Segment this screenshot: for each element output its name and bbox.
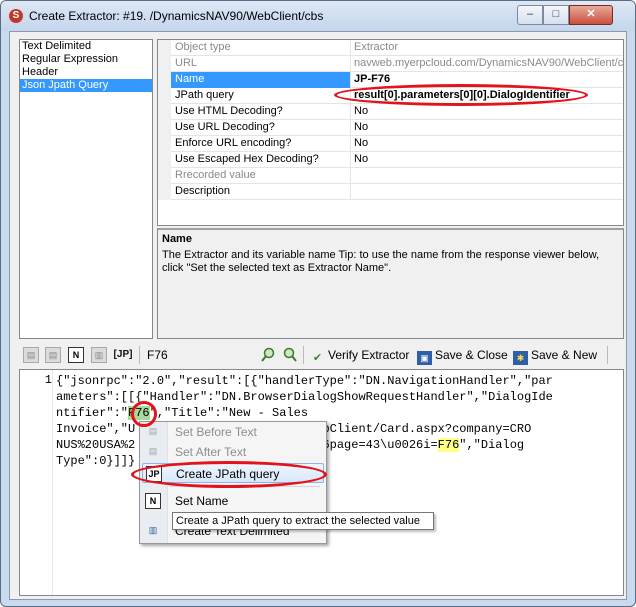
- app-icon: S: [9, 9, 23, 23]
- type-item-header[interactable]: Header: [20, 66, 152, 79]
- jpath-icon: JP: [146, 466, 162, 482]
- find-previous-icon[interactable]: [260, 347, 276, 363]
- save-disk-icon: ▣: [417, 351, 432, 365]
- line-number-gutter: 1: [20, 370, 53, 595]
- property-name: JPath query: [171, 88, 351, 104]
- property-row-name[interactable]: Name JP-F76: [158, 72, 623, 88]
- type-item-regular-expression[interactable]: Regular Expression: [20, 53, 152, 66]
- extractor-toolbar: ▤ ▤ N ▥ [JP] F76 ✔ Verify Extractor ▣ Save…: [19, 344, 624, 366]
- property-name: Enforce URL encoding?: [171, 136, 351, 152]
- property-row-jpath-query[interactable]: JPath query result[0].parameters[0][0].D…: [158, 88, 623, 104]
- property-help-pane: Name The Extractor and its variable name…: [157, 228, 624, 339]
- set-after-icon: ▤: [148, 446, 158, 456]
- property-row-html-decoding[interactable]: Use HTML Decoding? No: [158, 104, 623, 120]
- close-button[interactable]: ✕: [569, 5, 613, 25]
- menu-item-set-name[interactable]: N Set Name: [142, 491, 324, 511]
- property-value: [352, 168, 623, 184]
- property-name: Use HTML Decoding?: [171, 104, 351, 120]
- menu-item-set-after-text[interactable]: ▤ Set After Text: [142, 442, 324, 462]
- extractor-window: S Create Extractor: #19. /DynamicsNAV90/…: [0, 0, 636, 607]
- find-next-icon[interactable]: [282, 347, 298, 363]
- property-row-recorded-value: Rrecorded value: [158, 168, 623, 184]
- property-value[interactable]: No: [352, 120, 623, 136]
- type-item-text-delimited[interactable]: Text Delimited: [20, 40, 152, 53]
- property-value[interactable]: No: [352, 136, 623, 152]
- help-description: The Extractor and its variable name Tip:…: [162, 249, 600, 274]
- property-row-url: URL navweb.myerpcloud.com/DynamicsNAV90/…: [158, 56, 624, 72]
- menu-item-set-before-text[interactable]: ▤ Set Before Text: [142, 422, 324, 442]
- property-value[interactable]: No: [352, 104, 623, 120]
- title-bar[interactable]: S Create Extractor: #19. /DynamicsNAV90/…: [1, 1, 635, 31]
- menu-item-create-jpath-query[interactable]: JP Create JPath query: [142, 463, 324, 483]
- set-after-icon[interactable]: ▤: [45, 347, 61, 363]
- property-name: Use Escaped Hex Decoding?: [171, 152, 351, 168]
- jpath-query-value-field[interactable]: result[0].parameters[0][0].DialogIdentif…: [352, 88, 623, 104]
- selected-text-display: F76: [147, 348, 168, 362]
- set-name-icon[interactable]: N: [68, 347, 84, 363]
- menu-tooltip: Create a JPath query to extract the sele…: [172, 512, 434, 530]
- save-new-icon: ✱: [513, 351, 528, 365]
- set-name-icon: N: [145, 493, 161, 509]
- property-row-object-type: Object type Extractor: [158, 40, 623, 56]
- property-row-escaped-hex-decoding[interactable]: Use Escaped Hex Decoding? No: [158, 152, 623, 168]
- property-name: Use URL Decoding?: [171, 120, 351, 136]
- highlighted-value[interactable]: F76: [437, 438, 460, 452]
- property-value[interactable]: [352, 184, 623, 200]
- type-item-json-jpath-query[interactable]: Json Jpath Query: [20, 79, 152, 92]
- property-value: navweb.myerpcloud.com/DynamicsNAV90/WebC…: [354, 57, 624, 69]
- name-value-field[interactable]: JP-F76: [352, 72, 623, 88]
- menu-separator: [170, 486, 320, 487]
- window-title: Create Extractor: #19. /DynamicsNAV90/We…: [29, 9, 324, 23]
- set-before-icon[interactable]: ▤: [23, 347, 39, 363]
- help-title: Name: [162, 233, 192, 245]
- property-name: Object type: [171, 40, 351, 56]
- property-row-url-decoding[interactable]: Use URL Decoding? No: [158, 120, 623, 136]
- property-value[interactable]: No: [352, 152, 623, 168]
- text-delimited-icon: ▥: [148, 525, 158, 535]
- highlighted-value[interactable]: F76: [128, 406, 150, 420]
- save-close-button[interactable]: ▣ Save & Close: [417, 346, 508, 365]
- jpath-query-icon[interactable]: [JP]: [113, 347, 133, 363]
- save-new-button[interactable]: ✱ Save & New: [513, 346, 597, 365]
- verify-extractor-button[interactable]: ✔ Verify Extractor: [310, 346, 409, 364]
- property-name: Name: [171, 72, 351, 88]
- line-number: 1: [44, 373, 52, 387]
- minimize-button[interactable]: –: [517, 5, 543, 25]
- property-row-description[interactable]: Description: [158, 184, 623, 200]
- property-name: URL: [171, 56, 351, 72]
- extractor-type-list[interactable]: Text Delimited Regular Expression Header…: [19, 39, 153, 339]
- response-line-selected: ntifier":"F76","Title":"New - Sales: [56, 406, 309, 420]
- property-grid[interactable]: Object type Extractor URL navweb.myerpcl…: [157, 39, 624, 226]
- property-row-enforce-url-encoding[interactable]: Enforce URL encoding? No: [158, 136, 623, 152]
- text-delimited-icon[interactable]: ▥: [91, 347, 107, 363]
- maximize-button[interactable]: □: [543, 5, 569, 25]
- property-name: Rrecorded value: [171, 168, 351, 184]
- property-value: Extractor: [354, 41, 399, 53]
- property-name: Description: [171, 184, 351, 200]
- verify-check-icon: ✔: [312, 352, 323, 364]
- set-before-icon: ▤: [148, 426, 158, 436]
